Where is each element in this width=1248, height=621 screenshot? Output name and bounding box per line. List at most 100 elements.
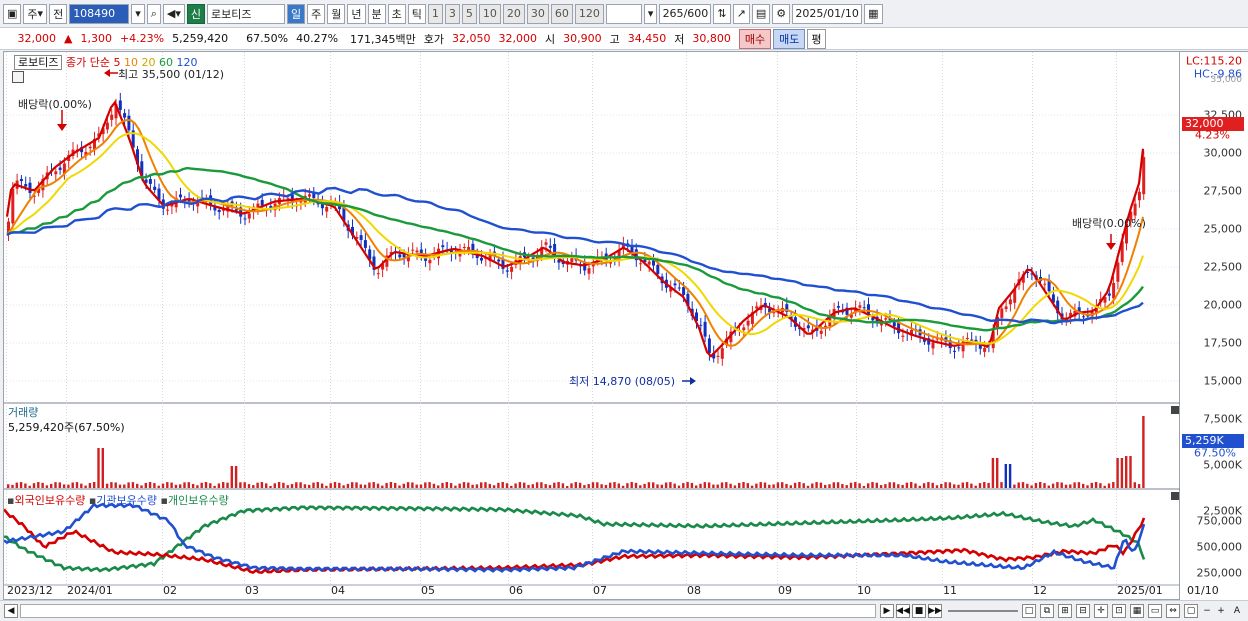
- candle-body: [510, 266, 514, 272]
- volume-bar: [772, 484, 775, 488]
- volume-bar: [127, 482, 130, 488]
- volume-bar: [957, 484, 960, 488]
- interval-custom-input[interactable]: [605, 3, 642, 24]
- volume-bar: [368, 482, 371, 488]
- period-minute[interactable]: 분: [367, 3, 386, 24]
- fit-icon[interactable]: ⇔: [1166, 604, 1180, 618]
- volume-bar: [372, 482, 375, 488]
- period-day[interactable]: 일: [287, 3, 306, 24]
- volume-bar: [510, 485, 513, 488]
- volume-bar: [183, 482, 186, 488]
- search-icon[interactable]: ⌕: [146, 3, 161, 24]
- chart-type-icon[interactable]: ⇅: [713, 3, 731, 24]
- scroll-right-icon[interactable]: ▶: [880, 604, 894, 618]
- legend-stock-name[interactable]: 로보티즈: [14, 55, 63, 70]
- open-price: 30,900: [563, 32, 602, 45]
- period-second[interactable]: 초: [387, 3, 406, 24]
- price-tick-label: 17,500: [1203, 336, 1243, 350]
- fullscreen-icon[interactable]: ▢: [1184, 604, 1198, 618]
- zoom-in-icon[interactable]: +: [1214, 604, 1228, 618]
- candle-body: [1004, 306, 1008, 310]
- save-icon[interactable]: ▤: [751, 3, 771, 24]
- volume-bar: [475, 484, 479, 488]
- stop-icon[interactable]: ■: [912, 604, 926, 618]
- quote-label: 호가: [423, 32, 445, 46]
- split-icon[interactable]: ⊡: [1112, 604, 1126, 618]
- interval-30[interactable]: 30: [526, 3, 549, 24]
- buy-button[interactable]: 매수: [738, 28, 772, 49]
- calendar-icon[interactable]: ▦: [864, 3, 883, 24]
- holding-panel-close-icon[interactable]: [1171, 492, 1179, 500]
- price-tick-label: 20,000: [1203, 298, 1243, 312]
- interval-20[interactable]: 20: [502, 3, 525, 24]
- volume-bar: [1051, 483, 1055, 488]
- stock-code-input[interactable]: 108490: [69, 3, 130, 24]
- candle-body: [105, 122, 109, 130]
- interval-3[interactable]: 3: [444, 3, 460, 24]
- volume-bar: [716, 484, 719, 488]
- volume-bar: [557, 482, 560, 488]
- volume-bar: [996, 458, 999, 488]
- volume-bar: [385, 483, 388, 488]
- zoom-out-icon[interactable]: −: [1200, 604, 1214, 618]
- sound-icon[interactable]: ◀▾: [162, 3, 185, 24]
- count-input[interactable]: 265/600: [659, 3, 712, 24]
- volume-bar: [1008, 464, 1012, 488]
- volume-bar: [269, 485, 272, 488]
- volume-bar: [80, 483, 83, 488]
- volume-bar: [222, 482, 225, 488]
- period-month[interactable]: 월: [327, 3, 346, 24]
- interval-60[interactable]: 60: [550, 3, 573, 24]
- volume-bar: [768, 484, 771, 488]
- volume-bar: [389, 482, 393, 488]
- scroll-track[interactable]: [20, 604, 876, 618]
- text-size-icon[interactable]: A: [1230, 604, 1244, 618]
- prev-button[interactable]: 전: [49, 3, 68, 24]
- zoom-slider[interactable]: [948, 610, 1018, 612]
- candle-body: [260, 199, 264, 206]
- interval-dropdown-icon[interactable]: ▾: [643, 3, 658, 24]
- crosshair-icon[interactable]: ✛: [1094, 604, 1108, 618]
- volume-bar: [454, 485, 457, 488]
- panel-icon[interactable]: ▭: [1148, 604, 1162, 618]
- indicator-list-icon[interactable]: [12, 71, 24, 83]
- candle-body: [699, 324, 703, 326]
- layout-icon-1[interactable]: □: [1022, 604, 1036, 618]
- market-select[interactable]: 주 ▾: [23, 3, 48, 24]
- interval-10[interactable]: 10: [478, 3, 501, 24]
- volume-bar: [144, 482, 147, 488]
- volume-bar: [308, 484, 311, 488]
- right-axis: LC:115.20 HC:-9.86 35,000 32,500 30,000 27…: [1180, 51, 1248, 600]
- scroll-left-icon[interactable]: ◀: [4, 604, 18, 618]
- candle-body: [118, 100, 122, 110]
- interval-120[interactable]: 120: [574, 3, 604, 24]
- date-input[interactable]: 2025/01/10: [792, 3, 863, 24]
- gear-icon[interactable]: ⚙: [772, 3, 791, 24]
- first-page-icon[interactable]: ◀◀: [896, 604, 910, 618]
- volume-panel-close-icon[interactable]: [1171, 406, 1179, 414]
- period-year[interactable]: 년: [347, 3, 366, 24]
- chart-canvas[interactable]: 로보티즈 종가 단순 5 10 20 60 120 최고 35,500 (01/…: [3, 51, 1181, 600]
- layout-icon-2[interactable]: ⧉: [1040, 604, 1054, 618]
- layout-icon-4[interactable]: ⊟: [1076, 604, 1090, 618]
- grid-icon[interactable]: ▦: [1130, 604, 1144, 618]
- code-dropdown-icon[interactable]: ▾: [131, 3, 145, 24]
- period-tick[interactable]: 틱: [407, 3, 426, 24]
- average-button[interactable]: 평: [807, 28, 826, 49]
- candle-body: [247, 213, 251, 219]
- next-page-icon[interactable]: ▶▶: [928, 604, 942, 618]
- volume-bar: [54, 482, 57, 488]
- sell-button[interactable]: 매도: [773, 28, 806, 49]
- bid-price: 32,000: [498, 32, 538, 45]
- interval-1[interactable]: 1: [427, 3, 443, 24]
- volume-bar: [342, 485, 345, 488]
- window-icon[interactable]: ▣: [3, 3, 22, 24]
- volume-bar: [432, 483, 436, 488]
- volume-bar: [480, 482, 483, 488]
- interval-5[interactable]: 5: [461, 3, 477, 24]
- volume-bar: [948, 482, 952, 488]
- volume-bar: [845, 485, 848, 488]
- layout-icon-3[interactable]: ⊞: [1058, 604, 1072, 618]
- draw-icon[interactable]: ↗: [732, 3, 750, 24]
- period-week[interactable]: 주: [307, 3, 326, 24]
